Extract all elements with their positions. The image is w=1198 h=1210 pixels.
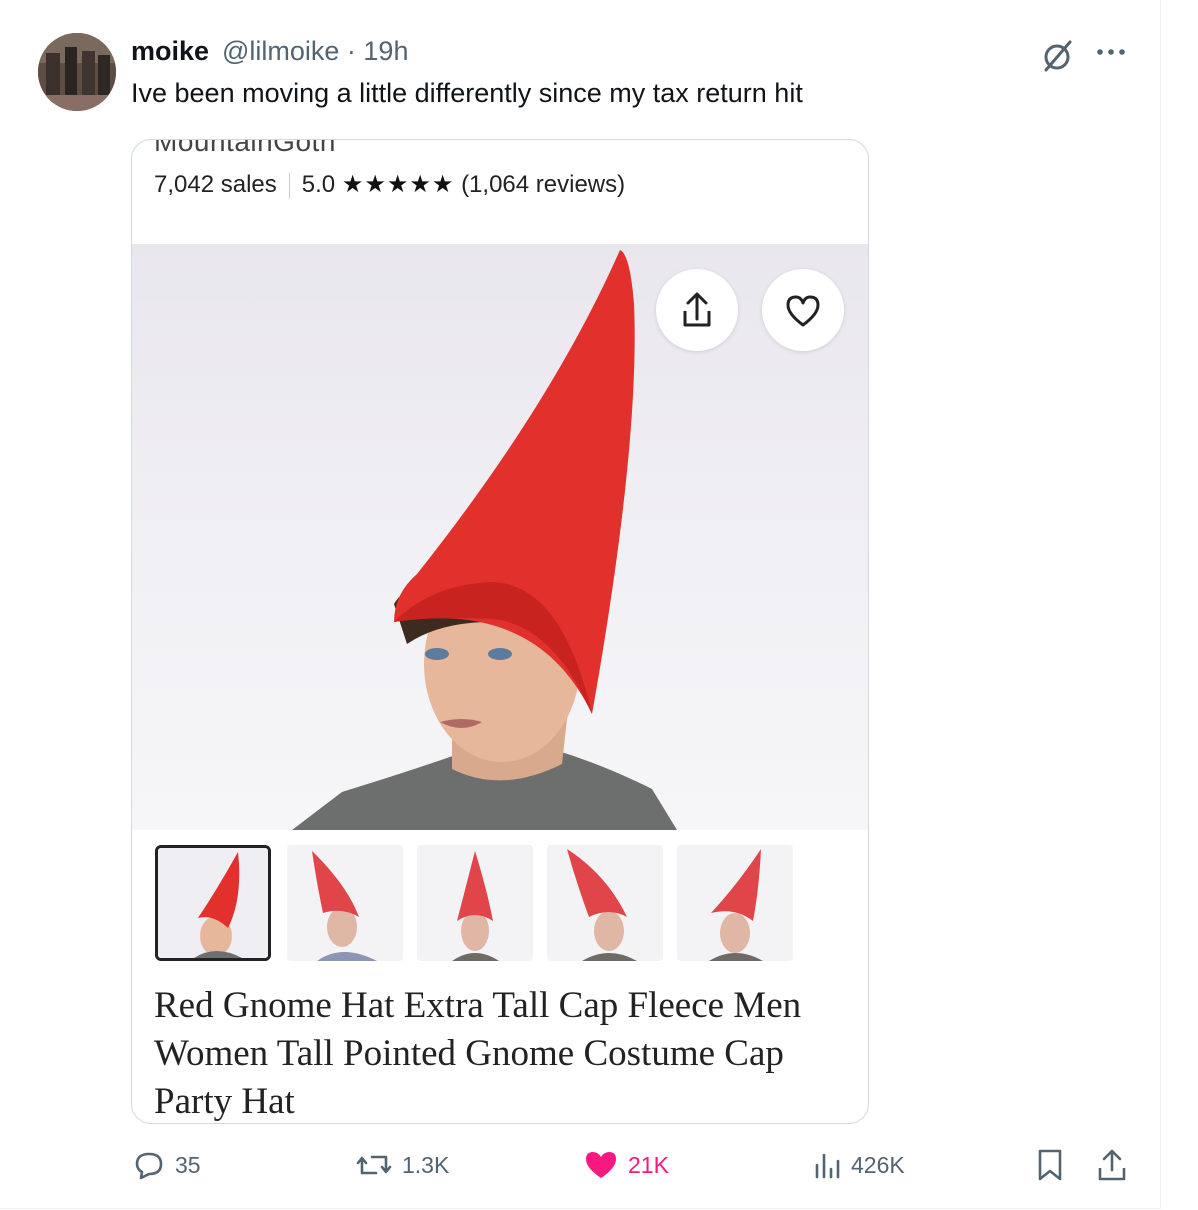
repost-button[interactable]: 1.3K <box>356 1145 449 1185</box>
rating-value: 5.0 <box>301 171 336 198</box>
thumbnail[interactable] <box>287 845 403 961</box>
shop-name: MountainGoth <box>154 139 336 157</box>
reply-count: 35 <box>175 1151 201 1178</box>
views-count: 426K <box>851 1151 905 1178</box>
repost-count: 1.3K <box>402 1151 450 1178</box>
review-count: (1,064 reviews) <box>461 171 626 198</box>
favorite-button[interactable] <box>762 269 844 351</box>
rating-stars: ★★★★★ <box>341 171 455 198</box>
views-button[interactable]: 426K <box>813 1145 905 1185</box>
grok-icon[interactable] <box>1040 38 1076 74</box>
thumbnail[interactable] <box>677 845 793 961</box>
thumbnail[interactable] <box>417 845 533 961</box>
share-icon <box>1098 1149 1126 1181</box>
views-icon <box>815 1153 840 1179</box>
product-photo <box>132 244 868 830</box>
repost-icon <box>356 1155 392 1175</box>
sales-count: 7,042 sales <box>154 171 277 198</box>
share-tweet-button[interactable] <box>1096 1145 1138 1185</box>
share-icon <box>683 292 711 327</box>
author-name[interactable]: moike <box>131 36 209 67</box>
product-title: Red Gnome Hat Extra Tall Cap Fleece Men … <box>154 985 802 1122</box>
heart-icon <box>786 295 820 327</box>
thumbnail[interactable] <box>547 845 663 961</box>
share-button[interactable] <box>656 269 738 351</box>
tweet-text: Ive been moving a little differently sin… <box>131 78 803 108</box>
reply-icon <box>135 1152 163 1180</box>
divider <box>288 172 290 199</box>
action-bar: 35 1.3K 21K 426K <box>0 1145 1160 1185</box>
like-button[interactable]: 21K <box>584 1145 669 1185</box>
more-icon[interactable] <box>1094 42 1128 62</box>
heart-filled-icon <box>586 1152 616 1178</box>
thumbnail[interactable] <box>155 845 271 961</box>
attached-image[interactable]: MountainGoth 7,042 sales 5.0 ★★★★★ (1,064… <box>131 139 869 1124</box>
reply-button[interactable]: 35 <box>133 1145 201 1185</box>
avatar[interactable] <box>38 33 116 111</box>
listing-stats: 7,042 sales 5.0 ★★★★★ (1,064 reviews) <box>154 170 625 199</box>
bookmark-button[interactable] <box>1036 1145 1074 1185</box>
thumbnail-strip <box>132 845 868 965</box>
bookmark-icon <box>1038 1149 1062 1181</box>
like-count: 21K <box>628 1151 669 1178</box>
author-handle-time[interactable]: @lilmoike · 19h <box>222 36 408 67</box>
